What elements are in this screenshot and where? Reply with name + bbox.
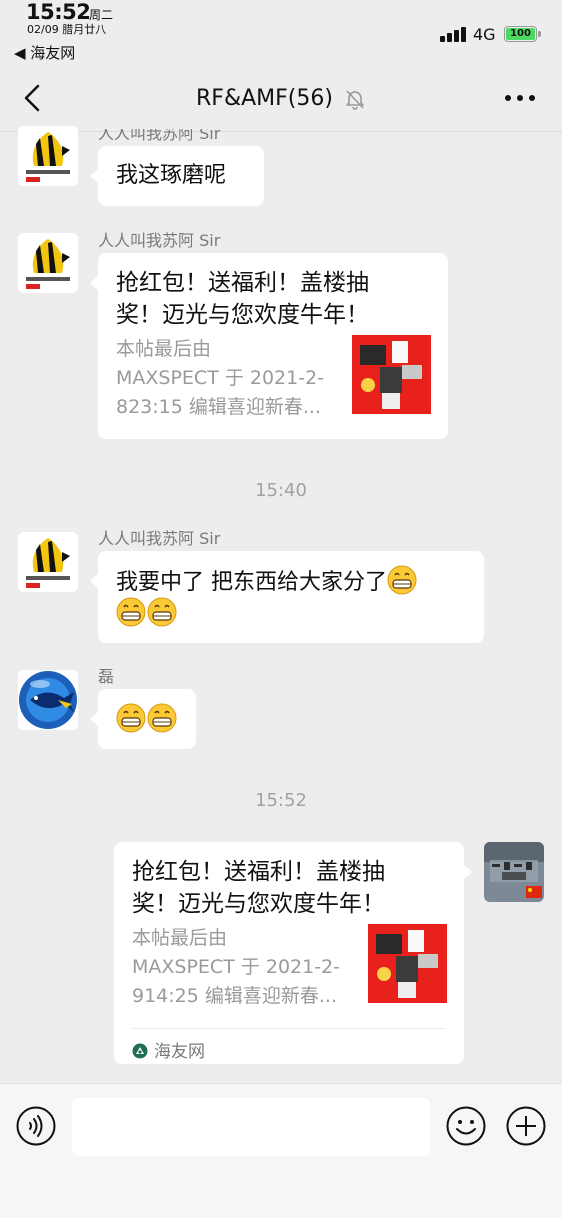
message-input[interactable] (72, 1098, 430, 1156)
card-source: 海友网 (132, 1036, 205, 1069)
battery-level: 100 (506, 28, 535, 40)
emoji-row (116, 597, 466, 631)
source-logo-icon (132, 1043, 148, 1059)
more-options-icon[interactable] (500, 86, 540, 110)
red-envelope-image-icon (352, 335, 431, 414)
message-bubble[interactable]: 我要中了 把东西给大家分了 (90, 551, 484, 643)
timestamp: 15:52 (255, 790, 307, 811)
reef-fish-logo-icon (18, 126, 78, 186)
status-lunar-date: 02/09 腊月廿八 (27, 23, 107, 36)
reef-fish-logo-icon (18, 233, 78, 293)
add-more-icon[interactable] (506, 1106, 546, 1146)
card-title: 抢红包！送福利！盖楼抽 奖！迈光与您欢度牛年！ (132, 859, 385, 917)
red-envelope-image-icon (368, 924, 447, 1003)
own-avatar[interactable] (484, 842, 544, 902)
card-thumbnail (352, 335, 431, 414)
cellular-signal-icon (440, 26, 467, 42)
input-bar (0, 1083, 562, 1218)
status-bar: 15:52 周二 02/09 腊月廿八 ◀ 海友网 4G 100 (0, 0, 562, 64)
sender-name: 人人叫我苏阿 Sir (98, 529, 221, 548)
grin-emoji-icon (147, 597, 177, 627)
chat-header: RF&AMF(56) (0, 64, 562, 132)
calligraphy-avatar-icon (484, 842, 544, 902)
chat-title: RF&AMF(56) (0, 86, 562, 111)
voice-input-icon[interactable] (16, 1106, 56, 1146)
avatar[interactable] (18, 233, 78, 293)
timestamp: 15:40 (255, 480, 307, 501)
card-title: 抢红包！送福利！盖楼抽 奖！迈光与您欢度牛年！ (116, 270, 369, 328)
message-bubble[interactable]: 我这琢磨呢 (90, 146, 264, 206)
battery-icon: 100 (504, 26, 541, 42)
reef-fish-logo-icon (18, 532, 78, 592)
card-description: 本帖最后由 MAXSPECT 于 2021-2- 823:15 编辑喜迎新春..… (116, 338, 325, 418)
blue-fish-avatar-icon (18, 670, 78, 730)
message-bubble[interactable] (90, 689, 196, 749)
message-text: 我这琢磨呢 (116, 163, 227, 188)
back-to-app-link[interactable]: ◀ 海友网 (14, 42, 75, 63)
network-type: 4G (473, 25, 496, 44)
card-description: 本帖最后由 MAXSPECT 于 2021-2- 914:25 编辑喜迎新春..… (132, 927, 341, 1007)
sender-name: 人人叫我苏阿 Sir (98, 231, 221, 250)
card-divider (132, 1028, 446, 1029)
grin-emoji-icon (387, 565, 417, 595)
avatar[interactable] (18, 126, 78, 186)
avatar[interactable] (18, 670, 78, 730)
message-text: 我要中了 把东西给大家分了 (116, 565, 466, 599)
grin-emoji-icon (147, 703, 177, 733)
mute-bell-icon (346, 90, 364, 110)
grin-emoji-icon (116, 703, 146, 733)
link-card[interactable]: 抢红包！送福利！盖楼抽 奖！迈光与您欢度牛年！ 本帖最后由 MAXSPECT 于… (114, 842, 472, 1064)
link-card[interactable]: 抢红包！送福利！盖楼抽 奖！迈光与您欢度牛年！ 本帖最后由 MAXSPECT 于… (90, 253, 448, 439)
chat-title-text: RF&AMF(56) (196, 86, 333, 111)
avatar[interactable] (18, 532, 78, 592)
grin-emoji-icon (116, 597, 146, 627)
sender-name: 磊 (98, 667, 115, 686)
card-thumbnail (368, 924, 447, 1003)
emoji-picker-icon[interactable] (446, 1106, 486, 1146)
